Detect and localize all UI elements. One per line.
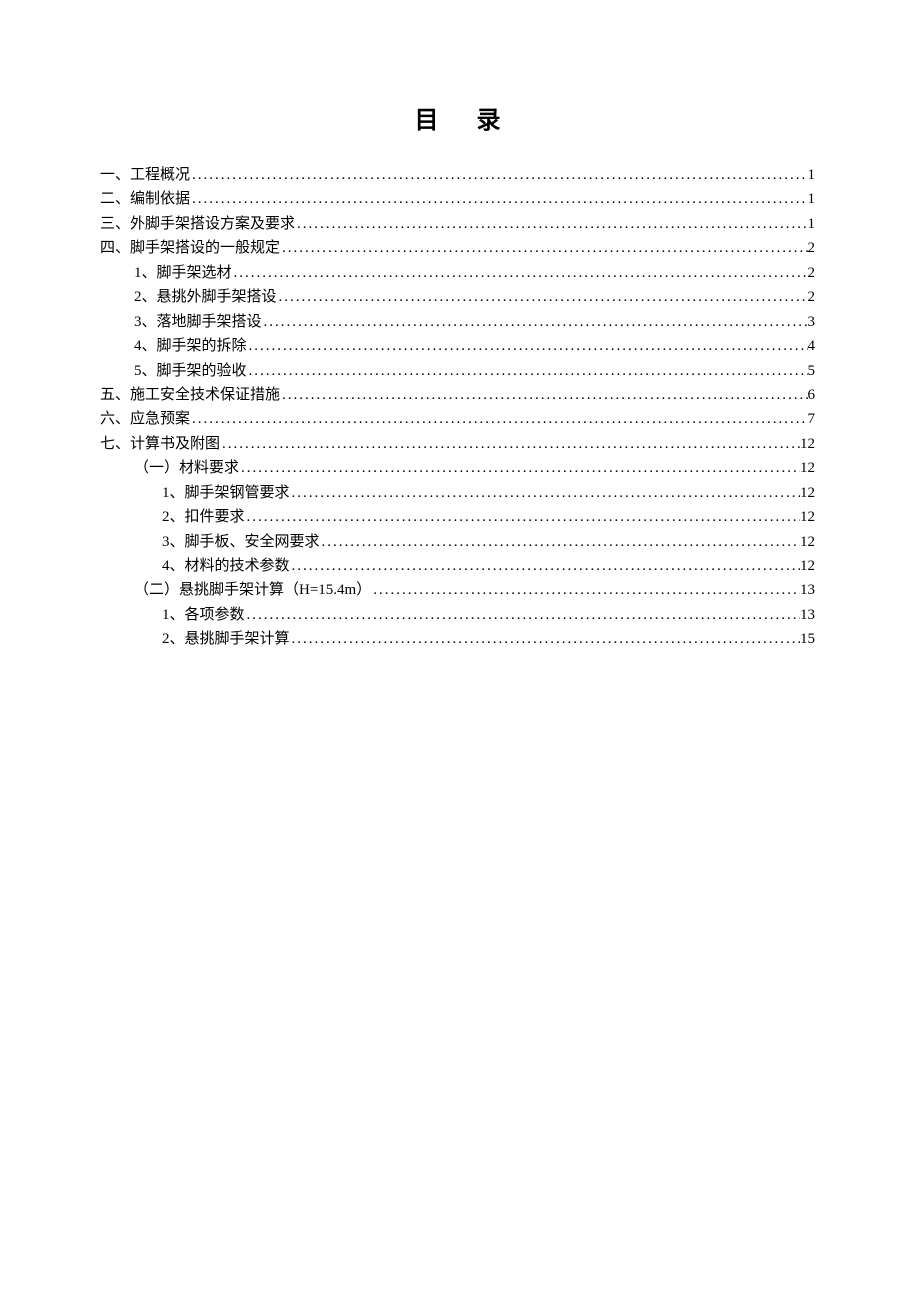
toc-entry-page: 2 bbox=[808, 285, 816, 309]
toc-entry-label: 五、施工安全技术保证措施 bbox=[100, 383, 280, 407]
toc-entry-leader bbox=[280, 383, 807, 407]
toc-entry-page: 12 bbox=[800, 432, 815, 456]
toc-entry-leader bbox=[280, 236, 807, 260]
toc-title: 目录 bbox=[100, 100, 815, 135]
toc-entry: 2、悬挑脚手架计算 15 bbox=[100, 627, 815, 651]
toc-entry-page: 13 bbox=[800, 578, 815, 602]
toc-entry: 1、各项参数 13 bbox=[100, 603, 815, 627]
toc-entry-label: 二、编制依据 bbox=[100, 187, 190, 211]
toc-entry-leader bbox=[290, 554, 800, 578]
toc-entry-leader bbox=[290, 481, 800, 505]
toc-entry-page: 15 bbox=[800, 627, 815, 651]
toc-entry: 一、工程概况 1 bbox=[100, 163, 815, 187]
toc-entry-label: 三、外脚手架搭设方案及要求 bbox=[100, 212, 295, 236]
toc-entry-leader bbox=[295, 212, 807, 236]
toc-entry-leader bbox=[190, 187, 807, 211]
toc-entry-label: 2、扣件要求 bbox=[162, 505, 245, 529]
toc-entry-page: 7 bbox=[808, 407, 816, 431]
toc-entry-label: 4、脚手架的拆除 bbox=[134, 334, 247, 358]
toc-entry-page: 1 bbox=[808, 163, 816, 187]
toc-entry-page: 13 bbox=[800, 603, 815, 627]
toc-entry: （二）悬挑脚手架计算（H=15.4m） 13 bbox=[100, 578, 815, 602]
toc-entry-page: 12 bbox=[800, 530, 815, 554]
toc-entry-leader bbox=[245, 505, 800, 529]
toc-entry: 四、脚手架搭设的一般规定 2 bbox=[100, 236, 815, 260]
toc-entry-leader bbox=[290, 627, 800, 651]
toc-entry-label: 四、脚手架搭设的一般规定 bbox=[100, 236, 280, 260]
toc-entry-leader bbox=[247, 334, 808, 358]
toc-entry-leader bbox=[190, 407, 807, 431]
toc-entry: 2、悬挑外脚手架搭设 2 bbox=[100, 285, 815, 309]
toc-entry: 4、脚手架的拆除 4 bbox=[100, 334, 815, 358]
toc-entry-leader bbox=[245, 603, 800, 627]
toc-entry-page: 4 bbox=[808, 334, 816, 358]
toc-entry: 五、施工安全技术保证措施 6 bbox=[100, 383, 815, 407]
toc-entry: 5、脚手架的验收 5 bbox=[100, 359, 815, 383]
toc-entry: 1、脚手架选材 2 bbox=[100, 261, 815, 285]
toc-entry-label: 一、工程概况 bbox=[100, 163, 190, 187]
toc-entry-leader bbox=[190, 163, 807, 187]
toc-entry-leader bbox=[320, 530, 800, 554]
toc-entry-label: （一）材料要求 bbox=[134, 456, 239, 480]
toc-entry-page: 2 bbox=[808, 261, 816, 285]
toc-entry: 3、脚手板、安全网要求 12 bbox=[100, 530, 815, 554]
toc-entry: 六、应急预案 7 bbox=[100, 407, 815, 431]
toc-entry-label: 1、脚手架钢管要求 bbox=[162, 481, 290, 505]
toc-entry: 1、脚手架钢管要求 12 bbox=[100, 481, 815, 505]
toc-entry: 三、外脚手架搭设方案及要求 1 bbox=[100, 212, 815, 236]
toc-entry-label: 2、悬挑脚手架计算 bbox=[162, 627, 290, 651]
toc-entry-page: 1 bbox=[808, 212, 816, 236]
toc-entry-label: 2、悬挑外脚手架搭设 bbox=[134, 285, 277, 309]
toc-entry: 二、编制依据 1 bbox=[100, 187, 815, 211]
toc-entry-leader bbox=[232, 261, 808, 285]
toc-entry: 4、材料的技术参数 12 bbox=[100, 554, 815, 578]
toc-entry-page: 12 bbox=[800, 554, 815, 578]
toc-entry-label: 七、计算书及附图 bbox=[100, 432, 220, 456]
toc-entry-page: 12 bbox=[800, 481, 815, 505]
toc-entry: 3、落地脚手架搭设 3 bbox=[100, 310, 815, 334]
toc-entry: 七、计算书及附图 12 bbox=[100, 432, 815, 456]
toc-entry-label: 1、脚手架选材 bbox=[134, 261, 232, 285]
toc-entry-label: 4、材料的技术参数 bbox=[162, 554, 290, 578]
toc-entry-leader bbox=[371, 578, 800, 602]
toc-entry: （一）材料要求 12 bbox=[100, 456, 815, 480]
toc-container: 一、工程概况1二、编制依据1三、外脚手架搭设方案及要求1四、脚手架搭设的一般规定… bbox=[100, 163, 815, 652]
toc-entry-label: 3、落地脚手架搭设 bbox=[134, 310, 262, 334]
toc-entry-label: 1、各项参数 bbox=[162, 603, 245, 627]
toc-entry-page: 3 bbox=[808, 310, 816, 334]
toc-entry-page: 5 bbox=[808, 359, 816, 383]
toc-entry-leader bbox=[239, 456, 800, 480]
toc-entry-label: （二）悬挑脚手架计算（H=15.4m） bbox=[134, 578, 371, 602]
toc-entry-leader bbox=[220, 432, 800, 456]
toc-entry-page: 2 bbox=[808, 236, 816, 260]
toc-entry-label: 六、应急预案 bbox=[100, 407, 190, 431]
toc-entry-label: 3、脚手板、安全网要求 bbox=[162, 530, 320, 554]
toc-entry-leader bbox=[262, 310, 808, 334]
toc-entry-leader bbox=[247, 359, 808, 383]
toc-entry-page: 12 bbox=[800, 505, 815, 529]
toc-entry-page: 12 bbox=[800, 456, 815, 480]
toc-entry-page: 6 bbox=[808, 383, 816, 407]
toc-entry: 2、扣件要求 12 bbox=[100, 505, 815, 529]
toc-entry-leader bbox=[277, 285, 808, 309]
toc-entry-page: 1 bbox=[808, 187, 816, 211]
toc-entry-label: 5、脚手架的验收 bbox=[134, 359, 247, 383]
